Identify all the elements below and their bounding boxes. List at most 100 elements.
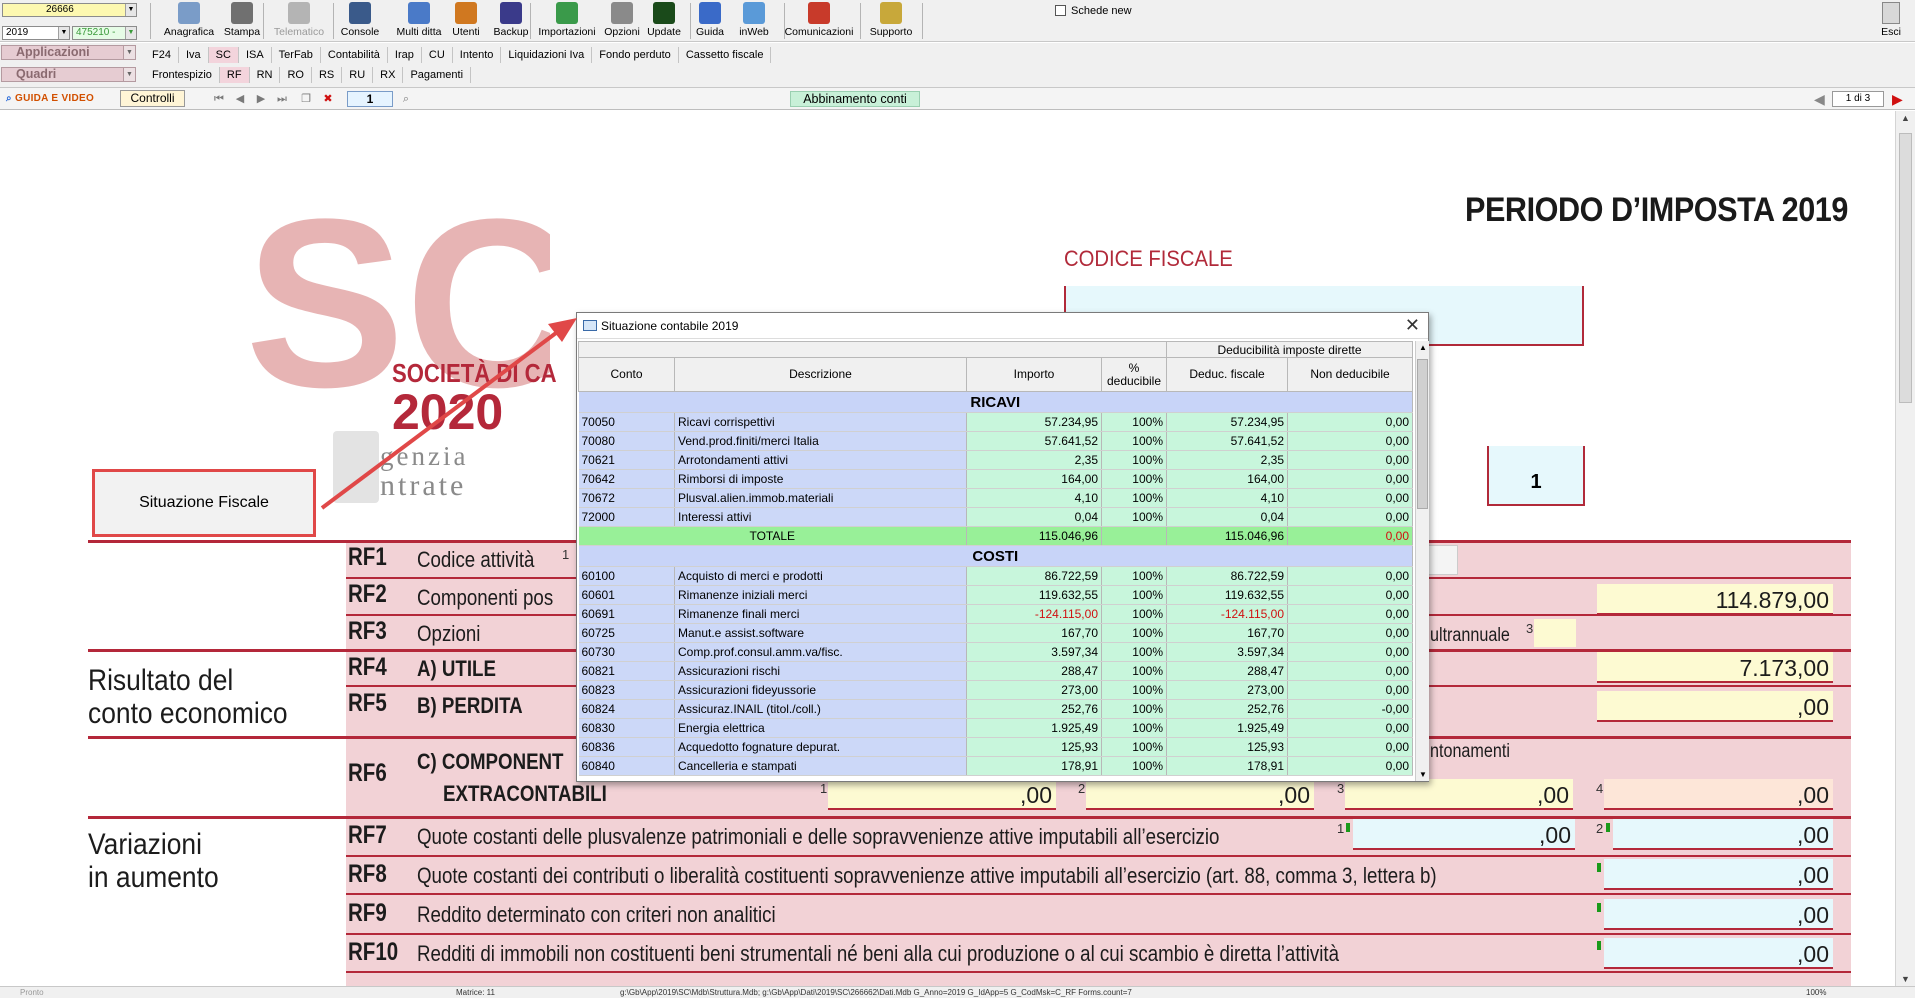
scroll-down-icon[interactable]: ▼ xyxy=(1901,974,1910,984)
tab-quadro-rs[interactable]: RS xyxy=(312,67,343,83)
tab-intento[interactable]: Intento xyxy=(453,47,502,63)
table-row[interactable]: 70672 Plusval.alien.immob.materiali 4,10 10… xyxy=(578,488,1414,508)
telematico-button[interactable]: Telematico xyxy=(268,2,330,40)
table-row[interactable]: 70080 Vend.prod.finiti/merci Italia 57.641… xyxy=(578,431,1414,451)
prev-page-icon[interactable]: ◀ xyxy=(233,92,247,106)
column-header--deducibile[interactable]: % deducibile xyxy=(1101,357,1167,392)
backup-button[interactable]: Backup xyxy=(490,2,532,40)
tab-terfab[interactable]: TerFab xyxy=(272,47,321,63)
last-page-icon[interactable]: ⏭ xyxy=(275,92,289,106)
tab-fondo-perduto[interactable]: Fondo perduto xyxy=(592,47,679,63)
multi-ditta-button[interactable]: Multi ditta xyxy=(393,2,445,40)
rf5-field[interactable]: ,00 xyxy=(1597,691,1833,722)
rf6-field-1[interactable]: ,00 xyxy=(828,779,1056,810)
column-header-conto[interactable]: Conto xyxy=(578,357,675,392)
tab-quadro-ro[interactable]: RO xyxy=(280,67,312,83)
scroll-up-icon[interactable]: ▲ xyxy=(1901,113,1910,123)
table-row[interactable]: 72000 Interessi attivi 0,04 100% 0,04 0,00 xyxy=(578,507,1414,527)
table-row[interactable]: 60821 Assicurazioni rischi 288,47 100% 288,4… xyxy=(578,661,1414,681)
rf6-field-2[interactable]: ,00 xyxy=(1086,779,1314,810)
table-row[interactable]: 60823 Assicurazioni fideyussorie 273,00 100… xyxy=(578,680,1414,700)
company-combo[interactable]: 26666 ▼ xyxy=(2,3,137,17)
year-combo[interactable]: 2019 ▼ xyxy=(2,26,70,40)
opzioni-button[interactable]: Opzioni xyxy=(603,2,641,40)
form-vertical-scrollbar[interactable]: ▲ ▼ xyxy=(1895,111,1915,986)
rf2-field[interactable]: 114.879,00 xyxy=(1597,584,1833,615)
tab-quadro-frontespizio[interactable]: Frontespizio xyxy=(145,67,220,83)
scroll-down-icon[interactable]: ▼ xyxy=(1419,770,1427,779)
column-header-descrizione[interactable]: Descrizione xyxy=(674,357,967,392)
tab-irap[interactable]: Irap xyxy=(388,47,422,63)
tab-contabilit-[interactable]: Contabilità xyxy=(321,47,388,63)
supporto-button[interactable]: Supporto xyxy=(863,2,919,40)
rf7-field-2[interactable]: ,00 xyxy=(1613,819,1833,850)
next-page-icon[interactable]: ▶ xyxy=(254,92,268,106)
table-row[interactable]: 60730 Comp.prof.consul.amm.va/fisc. 3.597,… xyxy=(578,642,1414,662)
tab-quadro-pagamenti[interactable]: Pagamenti xyxy=(403,67,472,83)
stampa-button[interactable]: Stampa xyxy=(222,2,262,40)
rf3-field[interactable] xyxy=(1534,619,1576,647)
console-button[interactable]: Console xyxy=(338,2,382,40)
new-page-icon[interactable]: ❐ xyxy=(299,92,313,106)
rf4-field[interactable]: 7.173,00 xyxy=(1597,652,1833,683)
tab-isa[interactable]: ISA xyxy=(239,47,272,63)
tab-iva[interactable]: Iva xyxy=(179,47,209,63)
rf9-field[interactable]: ,00 xyxy=(1604,899,1833,930)
scroll-up-icon[interactable]: ▲ xyxy=(1419,343,1427,352)
exit-button[interactable]: Esci xyxy=(1873,2,1909,38)
table-row[interactable]: 60691 Rimanenze finali merci -124.115,00 10… xyxy=(578,604,1414,624)
table-row[interactable]: 60601 Rimanenze iniziali merci 119.632,55 1… xyxy=(578,585,1414,605)
utenti-button[interactable]: Utenti xyxy=(450,2,482,40)
column-header-deduc-fiscale[interactable]: Deduc. fiscale xyxy=(1166,357,1288,392)
quadri-combo[interactable]: Quadri ▼ xyxy=(1,67,136,82)
table-row[interactable]: 60725 Manut.e assist.software 167,70 100% 16… xyxy=(578,623,1414,643)
abbinamento-conti-button[interactable]: Abbinamento conti xyxy=(790,91,920,107)
comunicazioni-button[interactable]: Comunicazioni xyxy=(783,2,855,40)
next-form-icon[interactable]: ▶ xyxy=(1892,91,1903,107)
code-combo[interactable]: 475210 - ▼ xyxy=(72,26,137,40)
importazioni-button[interactable]: Importazioni xyxy=(536,2,598,40)
guida-button[interactable]: Guida xyxy=(692,2,728,40)
tab-quadro-rn[interactable]: RN xyxy=(250,67,281,83)
table-row[interactable]: 60100 Acquisto di merci e prodotti 86.722,… xyxy=(578,566,1414,586)
tab-f24[interactable]: F24 xyxy=(145,47,179,63)
inweb-button[interactable]: inWeb xyxy=(733,2,775,40)
tab-quadro-rx[interactable]: RX xyxy=(373,67,404,83)
rf6-field-4[interactable]: ,00 xyxy=(1604,779,1833,810)
rf6-field-3[interactable]: ,00 xyxy=(1345,779,1573,810)
table-row[interactable]: 70642 Rimborsi di imposte 164,00 100% 164,00… xyxy=(578,469,1414,489)
rf8-field[interactable]: ,00 xyxy=(1604,859,1833,890)
scroll-thumb[interactable] xyxy=(1417,359,1428,509)
tab-liquidazioni-iva[interactable]: Liquidazioni Iva xyxy=(501,47,593,63)
column-header-importo[interactable]: Importo xyxy=(966,357,1102,392)
grid-vertical-scrollbar[interactable]: ▲ ▼ xyxy=(1415,341,1429,781)
guida-video-link[interactable]: ⌕ GUIDA E VIDEO xyxy=(2,91,117,107)
close-icon[interactable]: ✕ xyxy=(1405,315,1420,336)
table-row[interactable]: 60830 Energia elettrica 1.925,49 100% 1.925,… xyxy=(578,718,1414,738)
table-row[interactable]: 60840 Cancelleria e stampati 178,91 100% 178… xyxy=(578,756,1414,776)
schede-new-checkbox[interactable]: Schede new xyxy=(1055,5,1132,17)
rf7-field-1[interactable]: ,00 xyxy=(1353,819,1575,850)
update-button[interactable]: Update xyxy=(644,2,684,40)
table-row[interactable]: 70050 Ricavi corrispettivi 57.234,95 100% 57… xyxy=(578,412,1414,432)
table-row[interactable]: 60836 Acquedotto fognature depurat. 125,93… xyxy=(578,737,1414,757)
situazione-fiscale-button[interactable]: Situazione Fiscale xyxy=(92,469,316,537)
page-number-input[interactable]: 1 xyxy=(347,91,393,107)
anagrafica-button[interactable]: Anagrafica xyxy=(160,2,218,40)
page-search-icon[interactable]: ⌕ xyxy=(399,92,413,106)
tab-cassetto-fiscale[interactable]: Cassetto fiscale xyxy=(679,47,772,63)
applicazioni-combo[interactable]: Applicazioni ▼ xyxy=(1,45,136,60)
controlli-button[interactable]: Controlli xyxy=(120,90,185,107)
tab-quadro-ru[interactable]: RU xyxy=(342,67,374,83)
column-header-non-deducibile[interactable]: Non deducibile xyxy=(1286,357,1414,392)
scroll-thumb[interactable] xyxy=(1899,133,1912,403)
tab-quadro-rf[interactable]: RF xyxy=(219,67,250,83)
table-row[interactable]: 60824 Assicuraz.INAIL (titol./coll.) 252,7… xyxy=(578,699,1414,719)
delete-page-icon[interactable]: ✖ xyxy=(321,92,335,106)
prev-form-icon[interactable]: ◀ xyxy=(1814,91,1825,107)
dialog-titlebar[interactable]: Situazione contabile 2019 ✕ xyxy=(577,313,1428,339)
table-row[interactable]: 70621 Arrotondamenti attivi 2,35 100% 2,35 0,… xyxy=(578,450,1414,470)
first-page-icon[interactable]: ⏮ xyxy=(212,92,226,106)
tab-cu[interactable]: CU xyxy=(422,47,453,63)
rf10-field[interactable]: ,00 xyxy=(1604,938,1833,969)
